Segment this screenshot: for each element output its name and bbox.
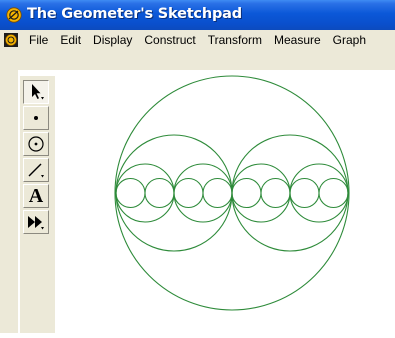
menu-bar: File Edit Display Construct Transform Me… [0, 30, 395, 70]
small-circle[interactable] [231, 177, 262, 209]
point-icon [34, 116, 38, 120]
small-circle[interactable] [115, 177, 146, 209]
fast-forward-icon [28, 216, 44, 230]
window-title: The Geometer's Sketchpad [27, 6, 242, 22]
menu-edit[interactable]: Edit [54, 30, 87, 50]
sketch-document-icon[interactable] [3, 32, 19, 48]
sketchpad-app-icon[interactable] [6, 7, 22, 23]
small-circle[interactable] [144, 177, 175, 209]
compass-tool[interactable] [23, 132, 49, 156]
text-tool-label: A [28, 185, 44, 207]
point-tool[interactable] [23, 106, 49, 130]
title-bar: The Geometer's Sketchpad [0, 0, 395, 30]
menu-measure[interactable]: Measure [268, 30, 327, 50]
menu-graph[interactable]: Graph [327, 30, 372, 50]
line-segment-icon [28, 163, 44, 178]
straightedge-tool[interactable] [23, 158, 49, 182]
sketch-drawing [114, 75, 350, 311]
menu-display[interactable]: Display [87, 30, 138, 50]
small-circle[interactable] [173, 177, 204, 209]
window-left-edge [0, 70, 18, 333]
small-circle[interactable] [202, 177, 233, 209]
small-circle[interactable] [318, 177, 349, 209]
small-circle[interactable] [260, 177, 291, 209]
small-circle[interactable] [289, 177, 320, 209]
menu-file[interactable]: File [23, 30, 54, 50]
custom-tool[interactable] [23, 210, 49, 234]
toolbox: A [20, 76, 55, 333]
arrow-icon [32, 84, 44, 100]
sketch-canvas[interactable] [58, 70, 395, 333]
text-tool[interactable]: A [23, 184, 49, 208]
menu-transform[interactable]: Transform [202, 30, 268, 50]
selection-arrow-tool[interactable] [23, 80, 49, 104]
menu-construct[interactable]: Construct [138, 30, 201, 50]
compass-circle-icon [28, 136, 44, 152]
